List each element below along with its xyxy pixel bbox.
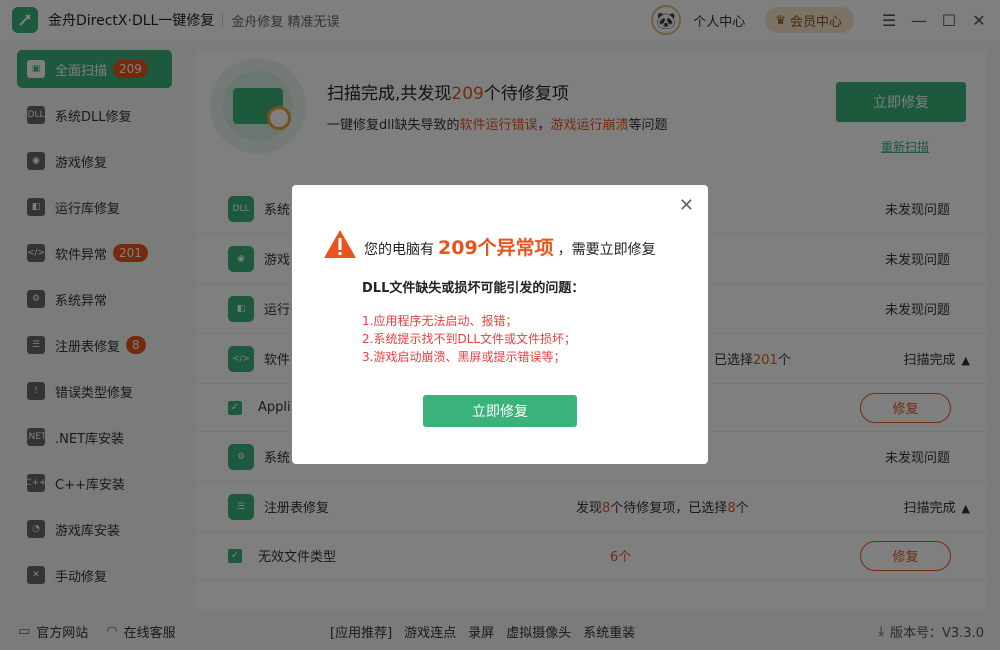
headline-prefix: 您的电脑有: [364, 242, 434, 258]
issue-line-1: 1.应用程序无法启动、报错；: [362, 314, 518, 328]
issue-line-3: 3.游戏启动崩溃、黑屏或提示错误等；: [362, 350, 566, 364]
headline-suffix: ，需要立即修复: [557, 242, 656, 258]
dialog-fix-now-button[interactable]: 立即修复: [423, 395, 577, 427]
repair-alert-dialog: ✕ 您的电脑有 209个异常项 ，需要立即修复 DLL文件缺失或损坏可能引发的问…: [292, 185, 708, 464]
headline-count: 209个异常项: [438, 237, 554, 259]
dialog-close-icon[interactable]: ✕: [679, 195, 694, 216]
dialog-headline: 您的电脑有 209个异常项 ，需要立即修复: [364, 233, 656, 260]
issue-line-2: 2.系统提示找不到DLL文件或文件损坏；: [362, 332, 577, 346]
warning-icon: [324, 230, 356, 258]
dialog-subtitle: DLL文件缺失或损坏可能引发的问题：: [362, 281, 585, 296]
